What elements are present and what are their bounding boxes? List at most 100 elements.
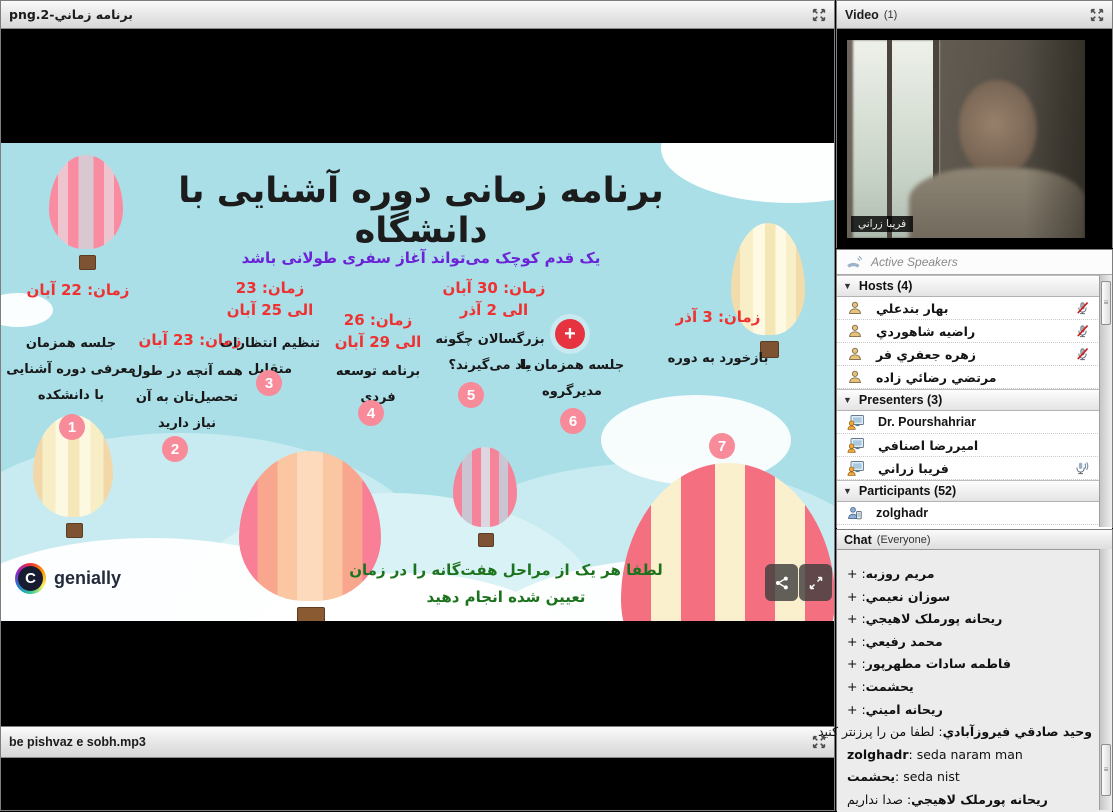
window-frame	[887, 40, 892, 238]
chat-pod-titlebar[interactable]: Chat (Everyone)	[837, 530, 1112, 550]
step-time: زمان: 23 الی 25 آبان	[221, 277, 319, 321]
step-time: زمان: 22 آبان	[17, 279, 139, 301]
attendee-row[interactable]: اميررضا اصنافي	[837, 434, 1112, 457]
audio-pod-title: be pishvaz e sobh.mp3	[9, 735, 146, 749]
video-pod: Video (1) فريبا زراني	[836, 0, 1113, 248]
video-pod-titlebar[interactable]: Video (1)	[837, 1, 1112, 29]
chevron-down-icon: ▼	[843, 281, 852, 291]
video-count: (1)	[884, 9, 897, 21]
attendee-row[interactable]: zolghadr	[837, 502, 1112, 525]
chat-message: محمد رفيعي: +	[847, 631, 1092, 654]
chat-message-list: مريم روزبه: + سوزان نعيمي: + ريحانه پورم…	[837, 550, 1112, 812]
expand-button[interactable]	[799, 564, 832, 601]
scrollbar-thumb[interactable]: ≡	[1101, 744, 1111, 796]
fullscreen-icon[interactable]	[811, 7, 827, 23]
chat-scope: (Everyone)	[877, 534, 931, 546]
presenters-section-header[interactable]: ▼ Presenters (3)	[837, 389, 1112, 411]
phone-icon	[845, 255, 863, 269]
chat-message: ريحانه پورملک لاهيجي: صدا نداریم	[847, 789, 1092, 812]
webcam-feed: فريبا زراني	[847, 40, 1085, 238]
step-badge: 4	[358, 400, 384, 426]
mic-muted-icon	[1075, 347, 1090, 362]
chevron-down-icon: ▼	[843, 486, 852, 496]
attendees-scrollbar[interactable]: ≡	[1099, 275, 1112, 527]
chat-message: zolghadr: seda naram man	[847, 744, 1092, 767]
chat-message: سوزان نعيمي: +	[847, 586, 1092, 609]
chat-pod: Chat (Everyone) مريم روزبه: + سوزان نعيم…	[836, 529, 1113, 811]
attendee-row[interactable]: راضيه شاهوردي	[837, 320, 1112, 343]
chat-message: يحشمت: seda nist	[847, 766, 1092, 789]
attendee-name: مرتضي رضائي زاده	[876, 370, 996, 385]
attendees-content: Active Speakers ▼ Hosts (4) بهار بندعلي …	[837, 250, 1112, 527]
host-user-icon	[847, 369, 863, 385]
active-speakers-label: Active Speakers	[871, 255, 958, 269]
step-badge: 6	[560, 408, 586, 434]
attendee-row[interactable]: مرتضي رضائي زاده	[837, 366, 1112, 389]
fullscreen-icon[interactable]	[1089, 7, 1105, 23]
mic-muted-icon	[1075, 324, 1090, 339]
attendee-row[interactable]: زهره جعفري فر	[837, 343, 1112, 366]
chat-scrollbar[interactable]: ≡	[1099, 549, 1112, 810]
step-badge: 3	[256, 370, 282, 396]
participants-section-header[interactable]: ▼ Participants (52)	[837, 480, 1112, 502]
genially-logo-icon: C	[15, 563, 46, 594]
share-pod-title: برنامه زماني-2.png	[9, 7, 133, 22]
share-pod-titlebar[interactable]: برنامه زماني-2.png	[1, 1, 834, 29]
participant-mobile-icon	[847, 505, 863, 521]
step-time: زمان: 26 الی 29 آبان	[329, 309, 427, 353]
presenters-header-label: Presenters (3)	[859, 393, 942, 407]
video-pod-content: فريبا زراني	[837, 29, 1112, 249]
presenter-icon	[847, 437, 865, 453]
chat-message: ريحانه پورملک لاهيجي: +	[847, 608, 1092, 631]
attendee-name: زهره جعفري فر	[876, 347, 976, 362]
infographic-title: برنامه زمانی دوره آشنایی با دانشگاه	[111, 171, 731, 251]
chevron-down-icon: ▼	[843, 395, 852, 405]
presenter-icon	[847, 414, 865, 430]
participants-header-label: Participants (52)	[859, 484, 956, 498]
audio-pod-titlebar[interactable]: be pishvaz e sobh.mp3	[1, 727, 834, 758]
attendees-pod: Active Speakers ▼ Hosts (4) بهار بندعلي …	[836, 249, 1113, 528]
attendee-name: راضيه شاهوردي	[876, 324, 975, 339]
hosts-section-header[interactable]: ▼ Hosts (4)	[837, 275, 1112, 297]
shared-infographic-image: برنامه زمانی دوره آشنایی با دانشگاه یک ق…	[1, 143, 834, 621]
scrollbar-thumb[interactable]: ≡	[1101, 281, 1111, 325]
attendee-name: بهار بندعلي	[876, 301, 949, 316]
step-desc: جلسه همزمان معرفی دوره آشنایی با دانشکده	[5, 331, 137, 409]
step-badge: 5	[458, 382, 484, 408]
hot-air-balloon	[731, 223, 805, 363]
host-user-icon	[847, 346, 863, 362]
presenter-icon	[847, 460, 865, 476]
plus-icon: +	[555, 319, 585, 349]
share-pod-content: برنامه زمانی دوره آشنایی با دانشگاه یک ق…	[1, 29, 834, 727]
step-desc: بازخورد به دوره	[656, 346, 780, 372]
step-badge: 1	[59, 414, 85, 440]
host-user-icon	[847, 323, 863, 339]
video-pod-title: Video	[845, 8, 879, 22]
mic-speaking-icon	[1073, 461, 1090, 476]
share-button[interactable]	[765, 564, 798, 601]
hot-air-balloon	[453, 447, 517, 549]
attendee-row[interactable]: Dr. Pourshahriar	[837, 411, 1112, 434]
attendee-name: اميررضا اصنافي	[878, 438, 978, 453]
mic-muted-icon	[1075, 301, 1090, 316]
attendee-row[interactable]: فريبا زراني	[837, 457, 1112, 480]
share-pod: برنامه زماني-2.png	[0, 0, 835, 726]
step-badge: 7	[709, 433, 735, 459]
audio-pod-content	[1, 758, 834, 810]
active-speakers-bar: Active Speakers	[837, 250, 1112, 275]
attendee-row[interactable]: بهار بندعلي	[837, 297, 1112, 320]
genially-brand[interactable]: C genially	[15, 563, 121, 594]
hosts-header-label: Hosts (4)	[859, 279, 912, 293]
genially-brand-label: genially	[54, 568, 121, 589]
step-time: زمان: 3 آذر	[663, 306, 773, 328]
infographic-subtitle: یک قدم کوچک می‌تواند آغاز سفری طولانی با…	[161, 249, 681, 267]
chat-message: وحيد صادقي فيروزآبادي: لطفا من را پرزنتر…	[847, 721, 1092, 744]
video-name-tag: فريبا زراني	[851, 216, 913, 232]
shade	[1025, 40, 1085, 238]
step-badge: 2	[162, 436, 188, 462]
infographic-note: لطفا هر یک از مراحل هفت‌گانه را در زمان …	[331, 557, 681, 611]
attendee-name: zolghadr	[876, 506, 928, 520]
step-desc: جلسه همزمان با مدیرگروه	[507, 353, 637, 405]
share-nodes-icon	[774, 575, 790, 591]
step-time: زمان: 30 آبان الی 2 آذر	[439, 277, 549, 321]
